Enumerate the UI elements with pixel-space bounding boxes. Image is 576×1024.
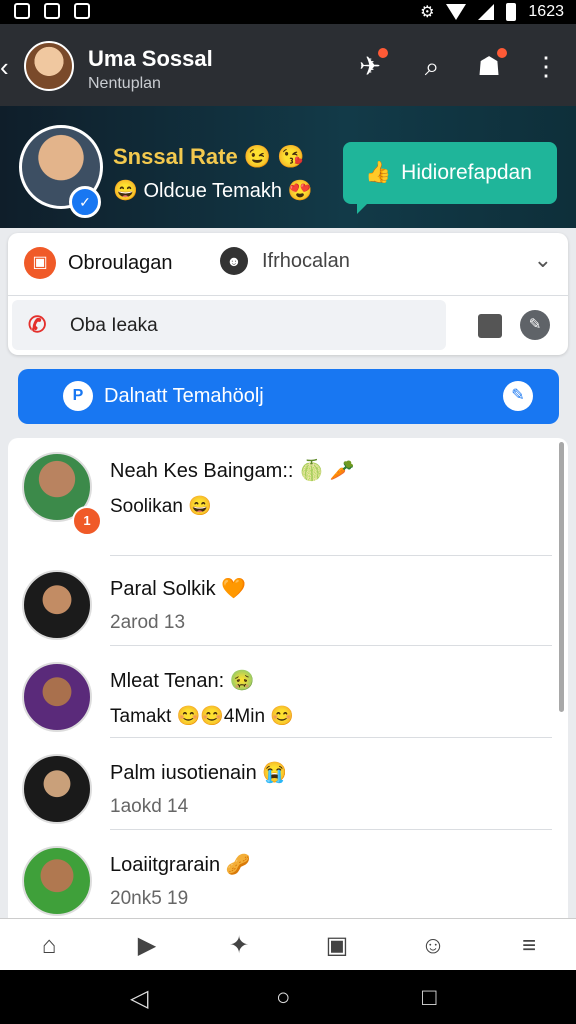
chat-message: Tamakt 😊😊4Min 😊	[110, 706, 294, 727]
friend-requests-icon[interactable]: ☗	[473, 48, 507, 82]
list-item[interactable]: Paral Solkik 🧡 2arod 13	[8, 556, 568, 648]
chat-name: Palm iusotienain 😭	[110, 762, 288, 784]
divider	[110, 829, 552, 830]
banner-action-label: Hidiorefapdan	[401, 161, 532, 184]
chat-message: 20nk5 19	[110, 888, 189, 909]
menu-icon[interactable]: ≡	[514, 931, 544, 961]
status-time: 1623	[528, 3, 564, 20]
cta-label: Dalnatt Temahöolj	[104, 385, 264, 407]
people-icon: ☻	[220, 247, 248, 275]
system-recents-icon[interactable]: □	[422, 984, 437, 1012]
home-icon[interactable]: ⌂	[34, 931, 64, 961]
app-subtitle: Nentuplan	[88, 75, 161, 92]
groups-icon[interactable]: ☺	[418, 931, 448, 961]
tab-label: Ifrhocalan	[262, 249, 350, 272]
search-value: Oba Ieaka	[70, 315, 158, 336]
tab-ifrhocalan[interactable]: ☻ Ifrhocalan	[220, 247, 350, 275]
verified-icon: ✓	[69, 186, 101, 218]
bottom-navigation: ⌂ ▶ ✦ ▣ ☺ ≡	[0, 918, 576, 971]
chat-message: 1aokd 14	[110, 796, 189, 817]
camera-notification-icon	[44, 3, 60, 19]
inbox-icon: ▣	[24, 247, 56, 279]
app-bar: ‹ Uma Sossal Nentuplan ✈ ⌕ ☗ ⋮	[0, 24, 576, 106]
search-input[interactable]: ✆ Oba Ieaka	[12, 300, 446, 350]
banner-subtitle: 😄 Oldcue Temakh 😍	[113, 180, 313, 202]
system-navigation-bar: ◁ ○ □	[0, 970, 576, 1024]
avatar	[22, 754, 92, 824]
tab-obroulagan[interactable]: ▣ Obroulagan	[24, 247, 173, 279]
avatar[interactable]	[24, 41, 74, 91]
profile-banner: ✓ Snssal Rate 😉 😘 😄 Oldcue Temakh 😍 👍 Hi…	[0, 106, 576, 228]
battery-icon	[506, 3, 517, 21]
search-row: ✆ Oba Ieaka ✎	[8, 296, 568, 355]
create-group-button[interactable]: P Dalnatt Temahöolj ✎	[18, 369, 559, 424]
banner-title: Snssal Rate 😉 😘	[113, 144, 305, 169]
phone-icon: ✆	[28, 312, 47, 337]
chat-filter-panel: ▣ Obroulagan ☻ Ifrhocalan ⌄ ✆ Oba Ieaka …	[8, 233, 568, 355]
chat-name: Mleat Tenan: 🤢	[110, 670, 255, 692]
wifi-icon	[446, 4, 467, 20]
pin-icon: P	[63, 381, 93, 411]
chat-name: Paral Solkik 🧡	[110, 578, 247, 600]
system-home-icon[interactable]: ○	[276, 984, 291, 1012]
search-icon[interactable]: ⌕	[416, 50, 448, 82]
archive-icon[interactable]	[478, 314, 502, 338]
unread-badge: 1	[72, 506, 102, 536]
image-notification-icon	[74, 3, 90, 19]
system-back-icon[interactable]: ◁	[130, 984, 148, 1013]
tab-label: Obroulagan	[68, 251, 173, 274]
thumbs-up-icon: 👍	[365, 161, 392, 184]
signal-icon	[478, 4, 495, 20]
status-bar: ⚙ 1623	[0, 0, 576, 24]
tab-row: ▣ Obroulagan ☻ Ifrhocalan ⌄	[8, 233, 568, 296]
divider	[110, 737, 552, 738]
chat-name: Loaiitgrarain 🥜	[110, 854, 251, 876]
more-menu-icon[interactable]: ⋮	[530, 50, 562, 82]
video-icon[interactable]: ▶	[132, 931, 162, 961]
explore-icon[interactable]: ✦	[224, 931, 254, 961]
avatar	[22, 662, 92, 732]
list-item[interactable]: 1 Neah Kes Baingam:: 🍈 🥕 Soolikan 😄	[8, 438, 568, 556]
notification-icon	[14, 3, 30, 19]
chat-message: Soolikan 😄	[110, 496, 212, 517]
list-item[interactable]: Loaiitgrarain 🥜 20nk5 19	[8, 832, 568, 918]
avatar	[22, 846, 92, 916]
avatar	[22, 570, 92, 640]
list-item[interactable]: Mleat Tenan: 🤢 Tamakt 😊😊4Min 😊	[8, 648, 568, 740]
chat-message: 2arod 13	[110, 612, 186, 633]
divider	[110, 645, 552, 646]
messenger-icon[interactable]: ✈	[354, 48, 388, 82]
chat-name: Neah Kes Baingam:: 🍈 🥕	[110, 460, 355, 482]
alarm-icon: ⚙	[420, 4, 435, 21]
compose-icon[interactable]: ✎	[520, 310, 550, 340]
edit-icon: ✎	[503, 381, 533, 411]
chat-list: 1 Neah Kes Baingam:: 🍈 🥕 Soolikan 😄 Para…	[8, 438, 568, 918]
marketplace-icon[interactable]: ▣	[322, 931, 352, 961]
back-icon[interactable]: ‹	[0, 52, 9, 83]
app-title: Uma Sossal	[88, 46, 213, 71]
chevron-down-icon[interactable]: ⌄	[534, 247, 552, 273]
list-item[interactable]: Palm iusotienain 😭 1aokd 14	[8, 740, 568, 832]
banner-action-button[interactable]: 👍 Hidiorefapdan	[343, 142, 557, 214]
